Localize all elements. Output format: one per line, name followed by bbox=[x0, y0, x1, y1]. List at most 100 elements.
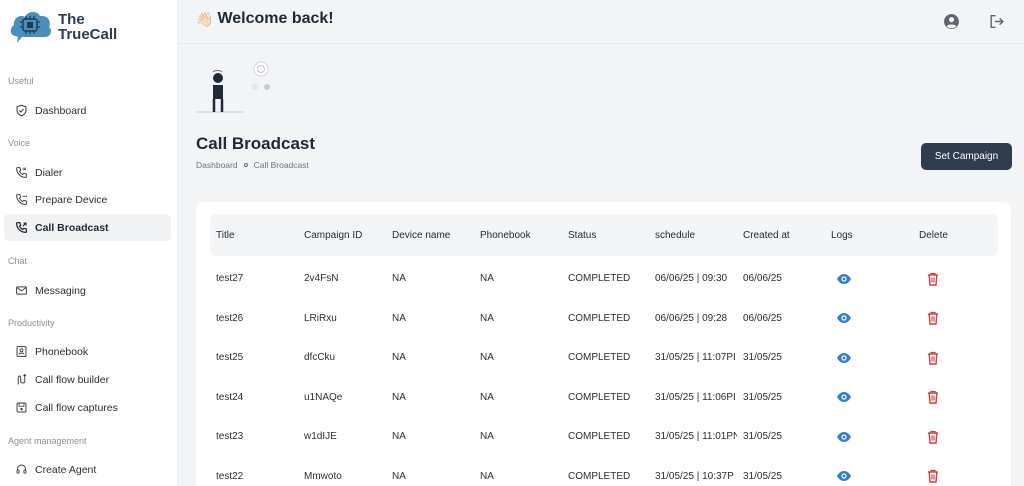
cell-device-name: NA bbox=[392, 470, 406, 482]
app-name-line2: TrueCall bbox=[58, 26, 118, 43]
sidebar-item-messaging[interactable]: Messaging bbox=[4, 277, 171, 304]
section-voice: Voice bbox=[8, 138, 31, 148]
mail-icon bbox=[14, 284, 28, 298]
logout-icon[interactable] bbox=[986, 11, 1006, 31]
shield-icon bbox=[14, 104, 28, 118]
sidebar-item-dialer[interactable]: Dialer bbox=[4, 159, 171, 186]
cell-campaign-id: w1dIJE bbox=[304, 431, 337, 442]
cell-status: COMPLETED bbox=[568, 273, 631, 284]
sidebar-item-label: Call flow builder bbox=[35, 373, 110, 386]
view-logs-eye-icon[interactable] bbox=[836, 378, 896, 417]
app-logo[interactable]: The TrueCall bbox=[8, 7, 177, 47]
breadcrumb-separator bbox=[243, 163, 248, 167]
flow-icon bbox=[14, 373, 28, 387]
column-header-created-at: Created at bbox=[743, 229, 790, 241]
view-logs-eye-icon[interactable] bbox=[836, 259, 896, 298]
cell-phonebook: NA bbox=[480, 273, 494, 284]
table-header: Title Campaign ID Device name Phonebook … bbox=[210, 214, 998, 256]
set-campaign-button[interactable]: Set Campaign bbox=[921, 143, 1012, 170]
cell-title: test22 bbox=[216, 470, 244, 482]
headset-icon bbox=[14, 463, 28, 477]
view-logs-eye-icon[interactable] bbox=[836, 417, 896, 456]
cell-status: COMPLETED bbox=[568, 470, 631, 482]
cell-schedule: 31/05/25 | 10:37P bbox=[655, 470, 734, 482]
cell-created-at: 31/05/25 bbox=[743, 391, 782, 403]
cell-phonebook: NA bbox=[480, 391, 494, 403]
welcome-text: Welcome back! bbox=[217, 10, 334, 27]
cell-title: test24 bbox=[216, 391, 244, 403]
view-logs-eye-icon[interactable] bbox=[836, 457, 896, 486]
cell-device-name: NA bbox=[392, 273, 406, 284]
sidebar-item-label: Prepare Device bbox=[35, 193, 108, 206]
sidebar-item-dashboard[interactable]: Dashboard bbox=[4, 97, 171, 124]
view-logs-eye-icon[interactable] bbox=[836, 338, 896, 377]
sidebar: The TrueCall Useful Dashboard Voice Dial… bbox=[0, 0, 178, 486]
cell-campaign-id: LRiRxu bbox=[304, 312, 337, 324]
sidebar-item-label: Phonebook bbox=[35, 345, 89, 358]
save-icon bbox=[14, 401, 28, 415]
column-header-campaign-id: Campaign ID bbox=[304, 229, 363, 241]
delete-trash-icon[interactable] bbox=[925, 299, 985, 338]
top-bar: 👋🏻 Welcome back! bbox=[178, 0, 1024, 44]
sidebar-item-call-flow-builder[interactable]: Call flow builder bbox=[4, 366, 171, 393]
cell-title: test23 bbox=[216, 431, 244, 442]
sidebar-item-label: Messaging bbox=[35, 284, 86, 297]
logo-cloud-icon bbox=[8, 8, 54, 46]
column-header-title: Title bbox=[216, 229, 235, 241]
app-name: The TrueCall bbox=[58, 12, 117, 42]
sidebar-item-call-flow-captures[interactable]: Call flow captures bbox=[4, 394, 171, 421]
cell-campaign-id: u1NAQe bbox=[304, 391, 343, 403]
delete-trash-icon[interactable] bbox=[925, 338, 985, 377]
column-header-phonebook: Phonebook bbox=[480, 229, 531, 241]
cell-title: test26 bbox=[216, 312, 244, 324]
cell-device-name: NA bbox=[392, 352, 406, 363]
section-productivity: Productivity bbox=[8, 318, 55, 328]
sidebar-item-create-agent[interactable]: Create Agent bbox=[4, 456, 171, 483]
breadcrumb: Dashboard Call Broadcast bbox=[196, 160, 309, 170]
cell-phonebook: NA bbox=[480, 352, 494, 363]
cell-phonebook: NA bbox=[480, 312, 494, 324]
cell-status: COMPLETED bbox=[568, 431, 631, 442]
column-header-logs: Logs bbox=[831, 229, 853, 241]
phone-icon bbox=[14, 166, 28, 180]
column-header-status: Status bbox=[568, 229, 597, 241]
section-agent-management: Agent management bbox=[8, 436, 87, 446]
cell-created-at: 31/05/25 bbox=[743, 470, 782, 482]
column-header-schedule: schedule bbox=[655, 229, 696, 241]
sidebar-item-label: Call Broadcast bbox=[35, 221, 109, 234]
table-row: test22 Mmwoto NA NA COMPLETED 31/05/25 | 10:3… bbox=[210, 457, 998, 486]
table-row: test25 dfcCku NA NA COMPLETED 31/05/25 | 11:0… bbox=[210, 338, 998, 377]
cell-schedule: 31/05/25 | 11:06PI bbox=[655, 391, 736, 403]
cell-status: COMPLETED bbox=[568, 312, 631, 324]
cell-schedule: 06/06/25 | 09:30 bbox=[655, 273, 728, 284]
user-account-icon[interactable] bbox=[941, 11, 961, 31]
cell-device-name: NA bbox=[392, 431, 406, 442]
section-useful: Useful bbox=[8, 76, 34, 86]
sidebar-item-phonebook[interactable]: Phonebook bbox=[4, 338, 171, 365]
delete-trash-icon[interactable] bbox=[925, 457, 985, 486]
cell-campaign-id: dfcCku bbox=[304, 352, 336, 363]
cell-title: test27 bbox=[216, 273, 244, 284]
sidebar-item-call-broadcast[interactable]: Call Broadcast bbox=[4, 214, 171, 241]
cell-schedule: 06/06/25 | 09:28 bbox=[655, 312, 728, 324]
cell-phonebook: NA bbox=[480, 431, 494, 442]
delete-trash-icon[interactable] bbox=[925, 417, 985, 456]
page-title: Call Broadcast bbox=[196, 134, 316, 153]
table-row: test23 w1dIJE NA NA COMPLETED 31/05/25 | 11:0… bbox=[210, 417, 998, 456]
view-logs-eye-icon[interactable] bbox=[836, 299, 896, 338]
delete-trash-icon[interactable] bbox=[925, 378, 985, 417]
breadcrumb-dashboard[interactable]: Dashboard bbox=[196, 160, 238, 170]
sidebar-item-prepare-device[interactable]: Prepare Device bbox=[4, 186, 171, 213]
cell-device-name: NA bbox=[392, 312, 406, 324]
delete-trash-icon[interactable] bbox=[925, 259, 985, 298]
waving-hand-icon: 👋🏻 bbox=[196, 10, 214, 27]
sidebar-item-label: Create Agent bbox=[35, 463, 97, 476]
column-header-delete: Delete bbox=[919, 229, 948, 241]
table-row: test24 u1NAQe NA NA COMPLETED 31/05/25 | 11:0… bbox=[210, 378, 998, 417]
cell-created-at: 06/06/25 bbox=[743, 312, 782, 324]
cell-schedule: 31/05/25 | 11:01PN bbox=[655, 431, 737, 442]
table-row: test27 2v4FsN NA NA COMPLETED 06/06/25 | 09:3… bbox=[210, 259, 998, 298]
cell-created-at: 06/06/25 bbox=[743, 273, 782, 284]
breadcrumb-current: Call Broadcast bbox=[253, 160, 309, 170]
table-row: test26 LRiRxu NA NA COMPLETED 06/06/25 | 09:2… bbox=[210, 299, 998, 338]
